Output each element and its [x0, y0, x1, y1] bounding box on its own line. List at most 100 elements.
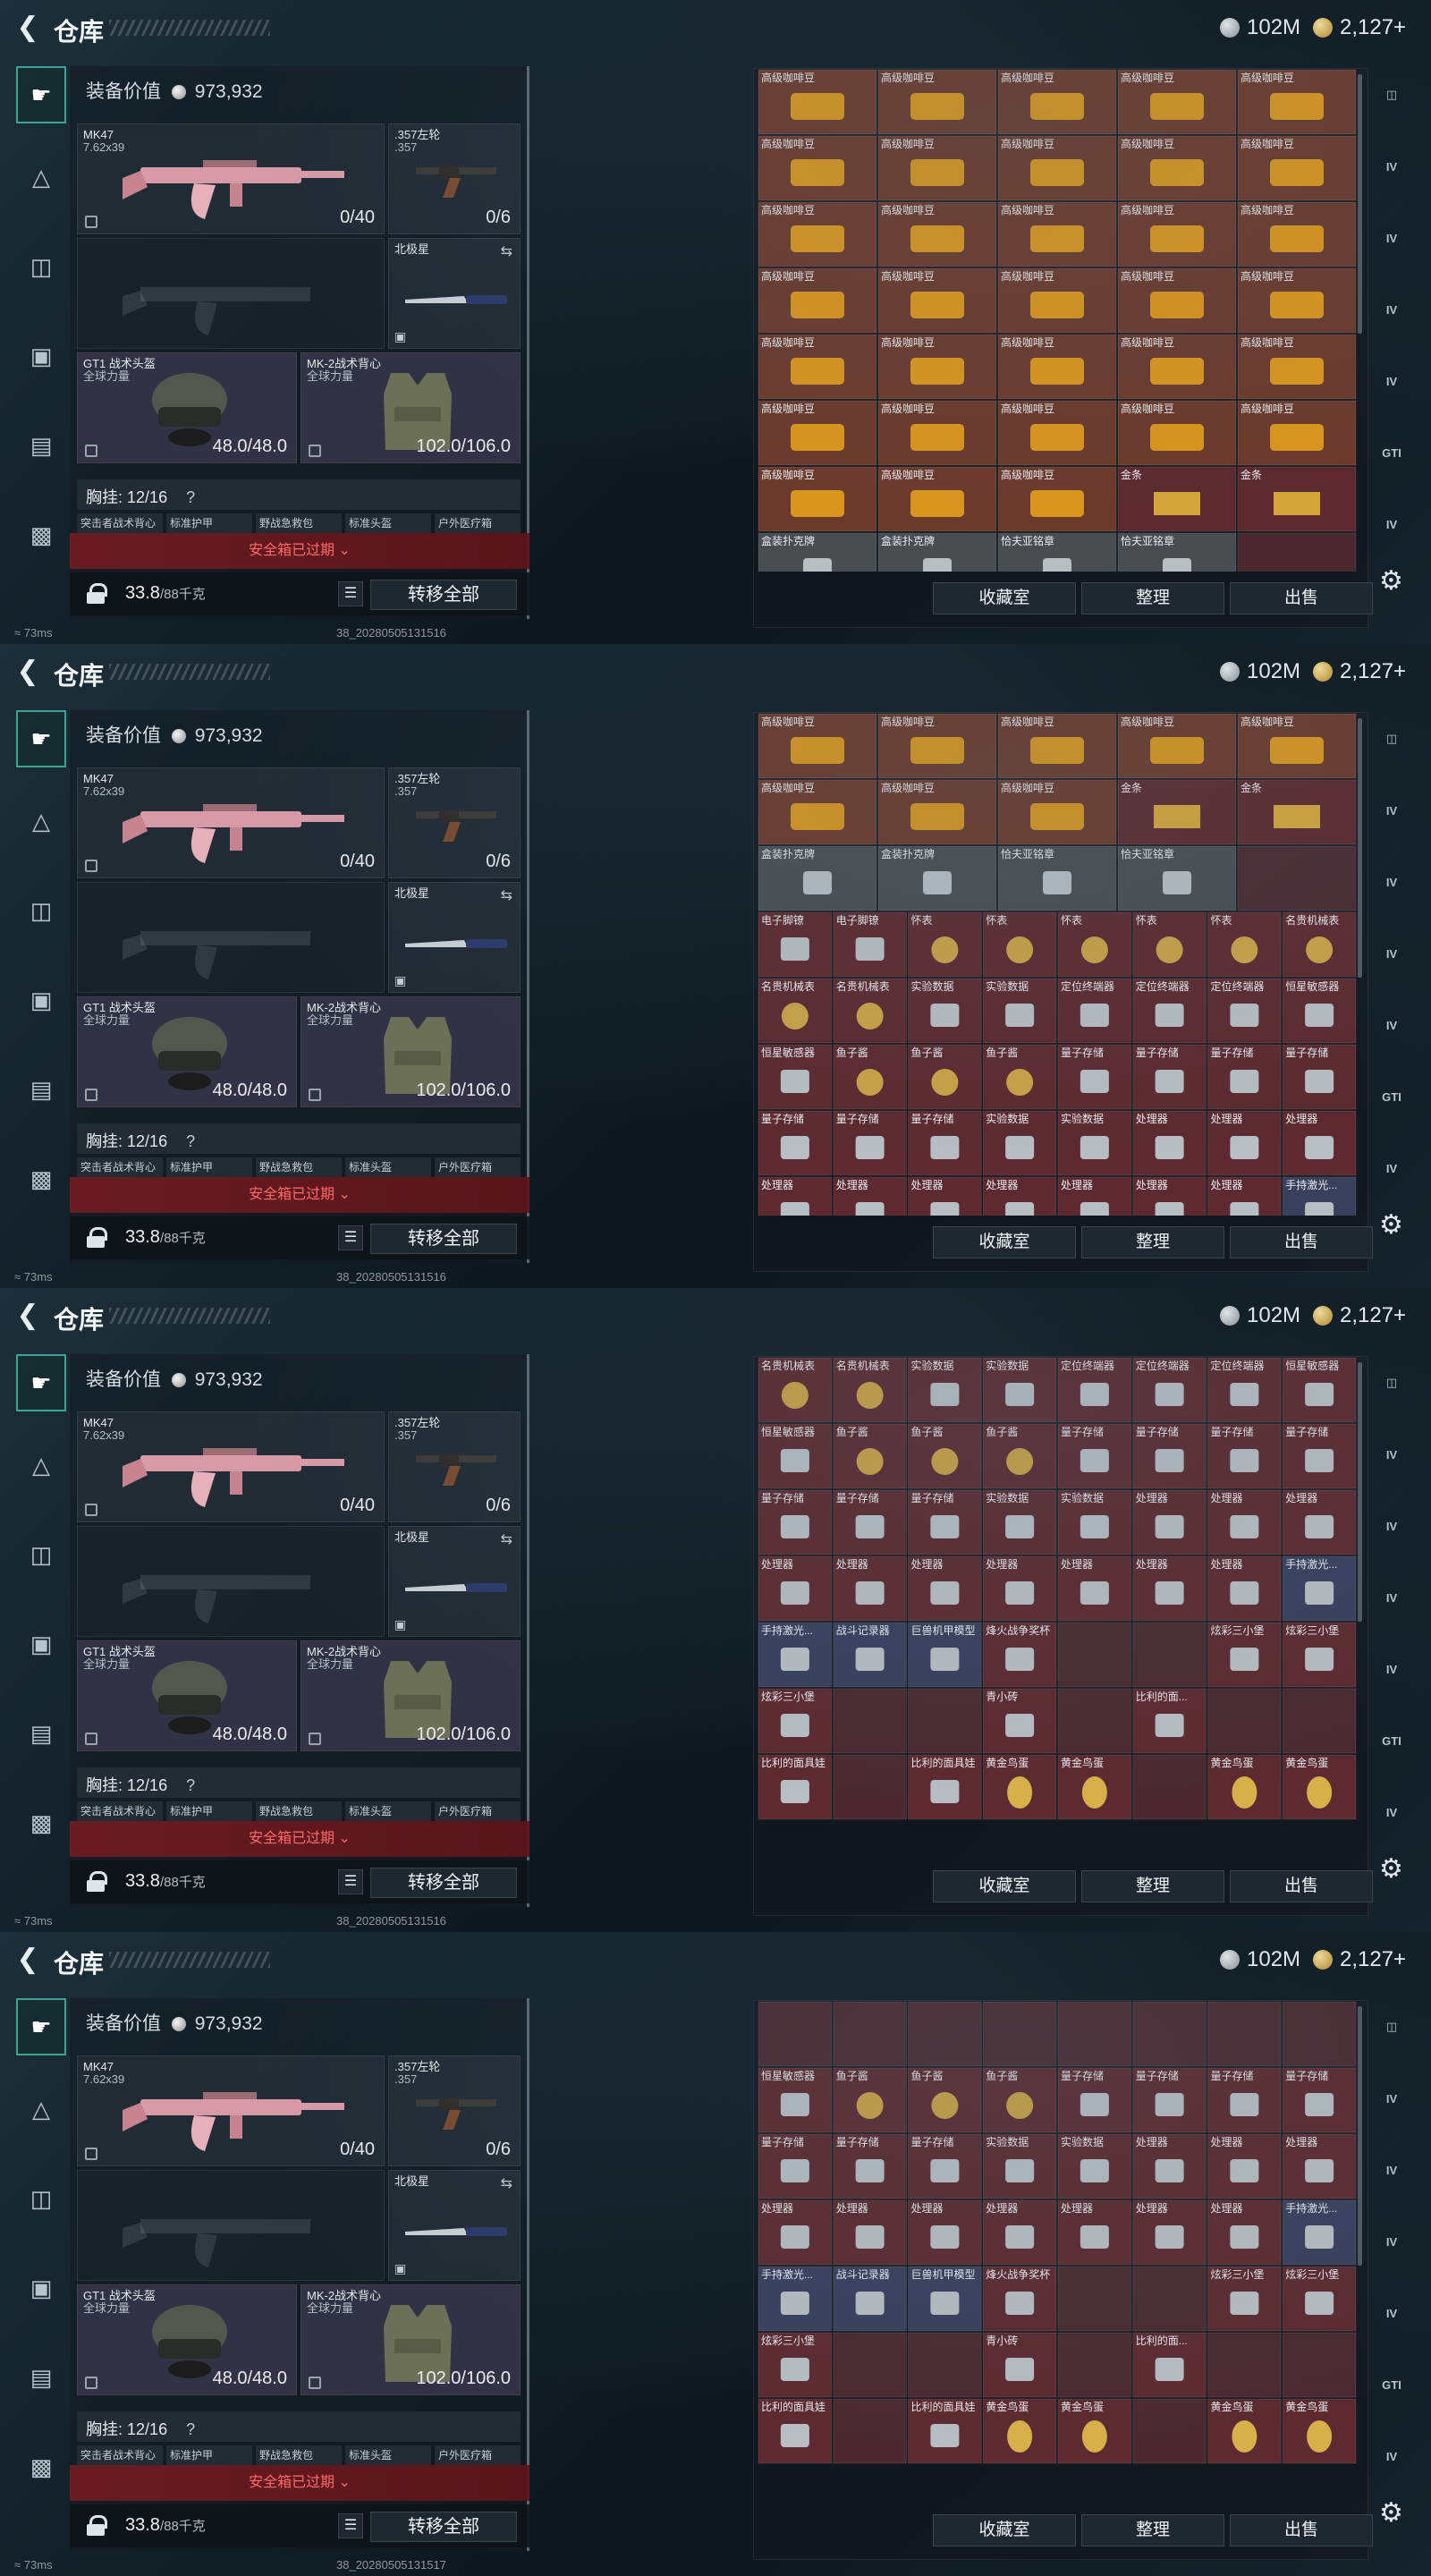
tab-iv-1[interactable]: IV [1372, 147, 1411, 186]
chest-item[interactable]: 突击者战术背心 [77, 1801, 163, 1821]
tab-armor[interactable]: △ [16, 792, 66, 850]
tab-vault[interactable]: ◫ [1372, 1363, 1411, 1402]
storage-cell[interactable] [1237, 532, 1357, 572]
tab-backpack[interactable]: ▤ [16, 417, 66, 474]
storage-cell[interactable] [1282, 2332, 1357, 2398]
chest-item[interactable]: 突击者战术背心 [77, 1157, 163, 1177]
tab-iv-3[interactable]: IV [1372, 2222, 1411, 2261]
tab-weapons[interactable]: ☛ [16, 1998, 66, 2055]
secondary-weapon-slot[interactable] [77, 238, 385, 349]
tab-medkit[interactable]: ◫ [16, 1526, 66, 1583]
storage-cell[interactable] [1057, 1688, 1132, 1754]
storage-cell[interactable] [982, 2001, 1057, 2067]
list-icon[interactable]: ☰ [338, 2513, 363, 2538]
melee-slot[interactable]: 北极星 ⇆ ▣ [388, 1526, 521, 1637]
chest-rig-row[interactable]: 胸挂: 12/16 ? [77, 2411, 521, 2442]
collection-room-button[interactable]: 收藏室 [933, 582, 1076, 614]
tab-weapons[interactable]: ☛ [16, 1354, 66, 1411]
storage-cell[interactable] [1207, 2001, 1282, 2067]
tab-iv-2[interactable]: IV [1372, 218, 1411, 258]
organize-button[interactable]: 整理 [1081, 2514, 1224, 2546]
tab-lock[interactable]: ▣ [16, 2259, 66, 2317]
tab-backpack[interactable]: ▤ [16, 1705, 66, 1762]
storage-cell[interactable] [833, 1754, 907, 1820]
storage-cell[interactable] [1132, 2398, 1207, 2464]
help-icon[interactable]: ? [186, 1132, 195, 1150]
tab-iv-2[interactable]: IV [1372, 862, 1411, 902]
silver-currency[interactable]: 102M [1220, 1302, 1300, 1329]
helmet-slot[interactable]: GT1 战术头盔 全球力量 48.0/48.0 [77, 996, 297, 1107]
storage-cell[interactable] [1057, 2332, 1132, 2398]
swap-icon[interactable]: ⇆ [501, 886, 512, 904]
storage-cell[interactable] [1132, 1622, 1207, 1688]
lock-icon[interactable] [86, 2515, 107, 2536]
tab-backpack[interactable]: ▤ [16, 2349, 66, 2406]
tab-armor[interactable]: △ [16, 1436, 66, 1494]
melee-slot[interactable]: 北极星 ⇆ ▣ [388, 238, 521, 349]
storage-scrollbar[interactable] [1358, 718, 1362, 978]
chest-item[interactable]: 标准头盔 [345, 1801, 431, 1821]
gold-currency[interactable]: 2,127+ [1313, 658, 1406, 685]
swap-icon[interactable]: ⇆ [501, 242, 512, 260]
gear-icon[interactable]: ⚙ [1379, 2497, 1403, 2529]
chest-item[interactable]: 标准护甲 [166, 1801, 252, 1821]
tab-iv-5[interactable]: IV [1372, 504, 1411, 544]
storage-cell[interactable] [908, 1688, 982, 1754]
safe-box-expired-banner[interactable]: 安全箱已过期 ⌄ [70, 533, 529, 569]
transfer-all-button[interactable]: 转移全部 [370, 580, 517, 610]
sell-button[interactable]: 出售 [1230, 582, 1373, 614]
storage-cell[interactable] [758, 2001, 833, 2067]
tab-iv-4[interactable]: IV [1372, 1005, 1411, 1045]
organize-button[interactable]: 整理 [1081, 1870, 1224, 1902]
tab-vault[interactable]: ◫ [1372, 75, 1411, 114]
organize-button[interactable]: 整理 [1081, 582, 1224, 614]
sell-button[interactable]: 出售 [1230, 1226, 1373, 1258]
collection-room-button[interactable]: 收藏室 [933, 1870, 1076, 1902]
sell-button[interactable]: 出售 [1230, 2514, 1373, 2546]
tab-gti[interactable]: GTI [1372, 433, 1411, 472]
sidearm-slot[interactable]: .357左轮 .357 0/6 [388, 1411, 521, 1522]
chest-item[interactable]: 标准头盔 [345, 513, 431, 533]
vest-slot[interactable]: MK-2战术背心 全球力量 102.0/106.0 [301, 352, 521, 463]
tab-gti[interactable]: GTI [1372, 1077, 1411, 1116]
sidearm-slot[interactable]: .357左轮 .357 0/6 [388, 767, 521, 878]
storage-cell[interactable] [833, 2001, 907, 2067]
tab-lock[interactable]: ▣ [16, 1615, 66, 1673]
vest-slot[interactable]: MK-2战术背心 全球力量 102.0/106.0 [301, 1640, 521, 1751]
transfer-all-button[interactable]: 转移全部 [370, 1224, 517, 1254]
tab-medkit[interactable]: ◫ [16, 882, 66, 939]
tab-case[interactable]: ▩ [16, 506, 66, 564]
storage-cell[interactable] [1132, 1754, 1207, 1820]
chest-item[interactable]: 野战急救包 [256, 2445, 342, 2465]
tab-backpack[interactable]: ▤ [16, 1061, 66, 1118]
organize-button[interactable]: 整理 [1081, 1226, 1224, 1258]
safe-box-expired-banner[interactable]: 安全箱已过期 ⌄ [70, 1821, 529, 1857]
chest-item[interactable]: 标准头盔 [345, 2445, 431, 2465]
lock-icon[interactable] [86, 583, 107, 604]
transfer-all-button[interactable]: 转移全部 [370, 1868, 517, 1898]
chest-item[interactable]: 标准头盔 [345, 1157, 431, 1177]
storage-cell[interactable] [833, 2332, 907, 2398]
tab-lock[interactable]: ▣ [16, 327, 66, 385]
helmet-slot[interactable]: GT1 战术头盔 全球力量 48.0/48.0 [77, 1640, 297, 1751]
gold-currency[interactable]: 2,127+ [1313, 1946, 1406, 1973]
chest-item[interactable]: 标准护甲 [166, 513, 252, 533]
tab-vault[interactable]: ◫ [1372, 2007, 1411, 2046]
tab-weapons[interactable]: ☛ [16, 710, 66, 767]
primary-weapon-slot[interactable]: MK47 7.62x39 0/40 [77, 1411, 385, 1522]
tab-armor[interactable]: △ [16, 2080, 66, 2138]
storage-cell[interactable] [908, 2332, 982, 2398]
tab-lock[interactable]: ▣ [16, 971, 66, 1029]
melee-slot[interactable]: 北极星 ⇆ ▣ [388, 882, 521, 993]
back-arrow-icon[interactable]: ❮ [13, 1945, 43, 1975]
primary-weapon-slot[interactable]: MK47 7.62x39 0/40 [77, 767, 385, 878]
tab-iv-2[interactable]: IV [1372, 1506, 1411, 1546]
gold-currency[interactable]: 2,127+ [1313, 1302, 1406, 1329]
tab-vault[interactable]: ◫ [1372, 719, 1411, 758]
chest-item[interactable]: 标准护甲 [166, 1157, 252, 1177]
swap-icon[interactable]: ⇆ [501, 2174, 512, 2192]
sidearm-slot[interactable]: .357左轮 .357 0/6 [388, 2055, 521, 2166]
gear-icon[interactable]: ⚙ [1379, 565, 1403, 597]
tab-gti[interactable]: GTI [1372, 2365, 1411, 2404]
storage-cell[interactable] [1057, 1622, 1132, 1688]
